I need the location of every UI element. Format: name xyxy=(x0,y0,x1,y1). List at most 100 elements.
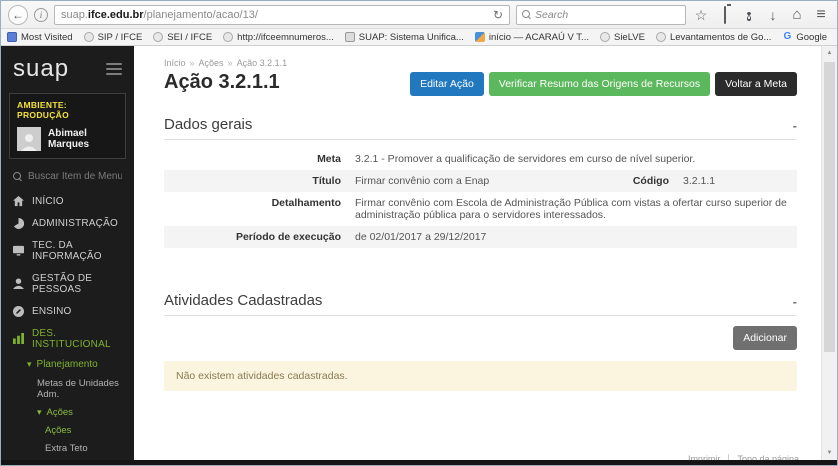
page-footer: Imprimir Topo da página xyxy=(680,454,807,460)
bookmark-label: SEI / IFCE xyxy=(167,32,212,43)
suap-sidebar: suap AMBIENTE: PRODUÇÃO Abimael Marques xyxy=(1,46,134,460)
back-button[interactable]: ← xyxy=(8,5,28,25)
bar-chart-icon xyxy=(13,333,24,344)
collapse-toggle[interactable]: - xyxy=(793,118,797,133)
user-row[interactable]: Abimael Marques xyxy=(17,127,118,151)
verify-resources-button[interactable]: Verificar Resumo das Origens de Recursos xyxy=(489,72,710,96)
site-info-icon[interactable]: i xyxy=(34,8,48,22)
sidebar-item-label: Planejamento xyxy=(37,359,98,370)
bookmark-ifceemnumeros[interactable]: http://ifceemnumeros... xyxy=(223,32,334,43)
page-scrollbar[interactable]: ▲ ▼ xyxy=(821,46,837,460)
sidebar-item-label: GESTÃO DE PESSOAS xyxy=(32,273,122,295)
google-favicon: G xyxy=(782,32,792,42)
bookmark-label: http://ifceemnumeros... xyxy=(237,32,334,43)
sidebar-item-metas-unidades[interactable]: Metas de Unidades Adm. xyxy=(1,374,134,403)
downloads-icon[interactable]: ↓ xyxy=(764,8,782,22)
add-activity-button[interactable]: Adicionar xyxy=(733,326,797,350)
bookmark-label: Google xyxy=(796,32,827,43)
sidebar-item-extra-teto[interactable]: Extra Teto xyxy=(1,439,134,457)
bookmark-label: SUAP: Sistema Unifica... xyxy=(359,32,464,43)
person-icon xyxy=(13,278,24,289)
breadcrumb-inicio[interactable]: Início xyxy=(164,58,186,68)
globe-favicon xyxy=(600,32,610,42)
environment-box: AMBIENTE: PRODUÇÃO Abimael Marques xyxy=(9,93,126,159)
user-name: Abimael Marques xyxy=(48,128,118,150)
globe-favicon xyxy=(223,32,233,42)
chevron-down-icon: ▾ xyxy=(27,359,32,370)
sidebar-item-label: DES. INSTITUCIONAL xyxy=(32,328,122,350)
bookmark-sip-ifce[interactable]: SIP / IFCE xyxy=(84,32,143,43)
breadcrumb-acoes[interactable]: Ações xyxy=(199,58,224,68)
sidebar-toggle-icon[interactable] xyxy=(106,60,122,78)
print-link[interactable]: Imprimir xyxy=(680,454,729,460)
arrow-favicon xyxy=(345,32,355,42)
bookmark-sei-ifce[interactable]: SEI / IFCE xyxy=(153,32,212,43)
bookmark-sieve[interactable]: SieLVE xyxy=(600,32,645,43)
dados-gerais-table: Meta 3.2.1 - Promover a qualificação de … xyxy=(164,148,797,248)
sidebar-item-acoes-group[interactable]: ▾ Ações xyxy=(1,403,134,421)
sidebar-item-ensino[interactable]: ENSINO xyxy=(1,300,134,322)
section-atividades-header: Atividades Cadastradas - xyxy=(164,292,797,316)
edit-action-button[interactable]: Editar Ação xyxy=(410,72,484,96)
url-bar[interactable]: suap.ifce.edu.br/planejamento/acao/13/ ↻ xyxy=(54,5,510,25)
back-to-goal-button[interactable]: Voltar a Meta xyxy=(715,72,797,96)
scrollbar-thumb[interactable] xyxy=(824,62,835,352)
section-dados-gerais-header: Dados gerais - xyxy=(164,116,797,140)
breadcrumb-separator: » xyxy=(228,58,233,68)
pocket-icon[interactable]: v xyxy=(740,7,758,23)
sidebar-item-planejamento[interactable]: ▾ Planejamento xyxy=(1,355,134,374)
collapse-toggle[interactable]: - xyxy=(793,294,797,309)
sidebar-item-gestao-pessoas[interactable]: GESTÃO DE PESSOAS xyxy=(1,267,134,300)
empty-activities-alert: Não existem atividades cadastradas. xyxy=(164,361,797,391)
home-icon[interactable]: ⌂ xyxy=(788,7,806,22)
pie-icon xyxy=(13,218,24,229)
reload-icon[interactable]: ↻ xyxy=(493,8,503,22)
row-value: de 02/01/2017 a 29/12/2017 xyxy=(349,226,797,248)
browser-window: ← i suap.ifce.edu.br/planejamento/acao/1… xyxy=(0,0,838,466)
sidebar-item-label: TEC. DA INFORMAÇÃO xyxy=(32,240,122,262)
monitor-icon xyxy=(13,245,24,256)
bookmarks-panel-icon[interactable] xyxy=(716,8,734,22)
bookmark-levantamentos[interactable]: Levantamentos de Go... xyxy=(656,32,771,43)
avatar xyxy=(17,127,41,151)
globe-favicon xyxy=(153,32,163,42)
url-path: /planejamento/acao/13/ xyxy=(144,9,258,21)
bookmark-suap[interactable]: SUAP: Sistema Unifica... xyxy=(345,32,464,43)
globe-favicon xyxy=(84,32,94,42)
browser-toolbar: ← i suap.ifce.edu.br/planejamento/acao/1… xyxy=(1,1,837,29)
url-prefix: suap. xyxy=(61,9,88,21)
sidebar-item-tec-informacao[interactable]: TEC. DA INFORMAÇÃO xyxy=(1,234,134,267)
back-icon: ← xyxy=(12,8,24,22)
bookmark-most-visited[interactable]: Most Visited xyxy=(7,32,73,43)
browser-search-input[interactable] xyxy=(535,9,680,21)
menu-search-input[interactable] xyxy=(28,171,122,182)
sidebar-item-des-institucional[interactable]: DES. INSTITUCIONAL xyxy=(1,322,134,355)
suap-logo[interactable]: suap xyxy=(13,55,69,83)
section-title: Dados gerais xyxy=(164,116,252,133)
section-title: Atividades Cadastradas xyxy=(164,292,322,309)
top-link[interactable]: Topo da página xyxy=(728,454,807,460)
bookmark-google[interactable]: G Google xyxy=(782,32,827,43)
sidebar-item-label: ADMINISTRAÇÃO xyxy=(32,218,118,229)
home-icon xyxy=(13,196,24,207)
sidebar-item-inicio[interactable]: INÍCIO xyxy=(1,190,134,212)
breadcrumb-current: Ação 3.2.1.1 xyxy=(237,58,288,68)
menu-icon[interactable]: ≡ xyxy=(812,7,830,23)
sidebar-item-label: INÍCIO xyxy=(32,196,64,207)
breadcrumb: Início » Ações » Ação 3.2.1.1 xyxy=(164,58,287,68)
bookmark-acarau[interactable]: início — ACARAÚ V T... xyxy=(475,32,589,43)
row-value-codigo: 3.2.1.1 xyxy=(677,170,797,192)
scroll-up-icon[interactable]: ▲ xyxy=(822,50,837,56)
scroll-down-icon[interactable]: ▼ xyxy=(822,450,837,456)
bookmarks-bar: Most Visited SIP / IFCE SEI / IFCE http:… xyxy=(1,29,837,46)
browser-search-box[interactable] xyxy=(516,5,686,25)
menu-search[interactable] xyxy=(13,171,122,182)
page-title: Ação 3.2.1.1 xyxy=(164,71,287,94)
sidebar-item-acoes[interactable]: Ações xyxy=(1,421,134,439)
sidebar-menu: INÍCIO ADMINISTRAÇÃO TEC. DA INFORMAÇÃO … xyxy=(1,190,134,460)
sidebar-item-label: Ações xyxy=(47,407,73,418)
grid-favicon xyxy=(7,32,17,42)
sidebar-item-administracao[interactable]: ADMINISTRAÇÃO xyxy=(1,212,134,234)
bookmark-star-icon[interactable]: ☆ xyxy=(692,8,710,22)
breadcrumb-separator: » xyxy=(190,58,195,68)
